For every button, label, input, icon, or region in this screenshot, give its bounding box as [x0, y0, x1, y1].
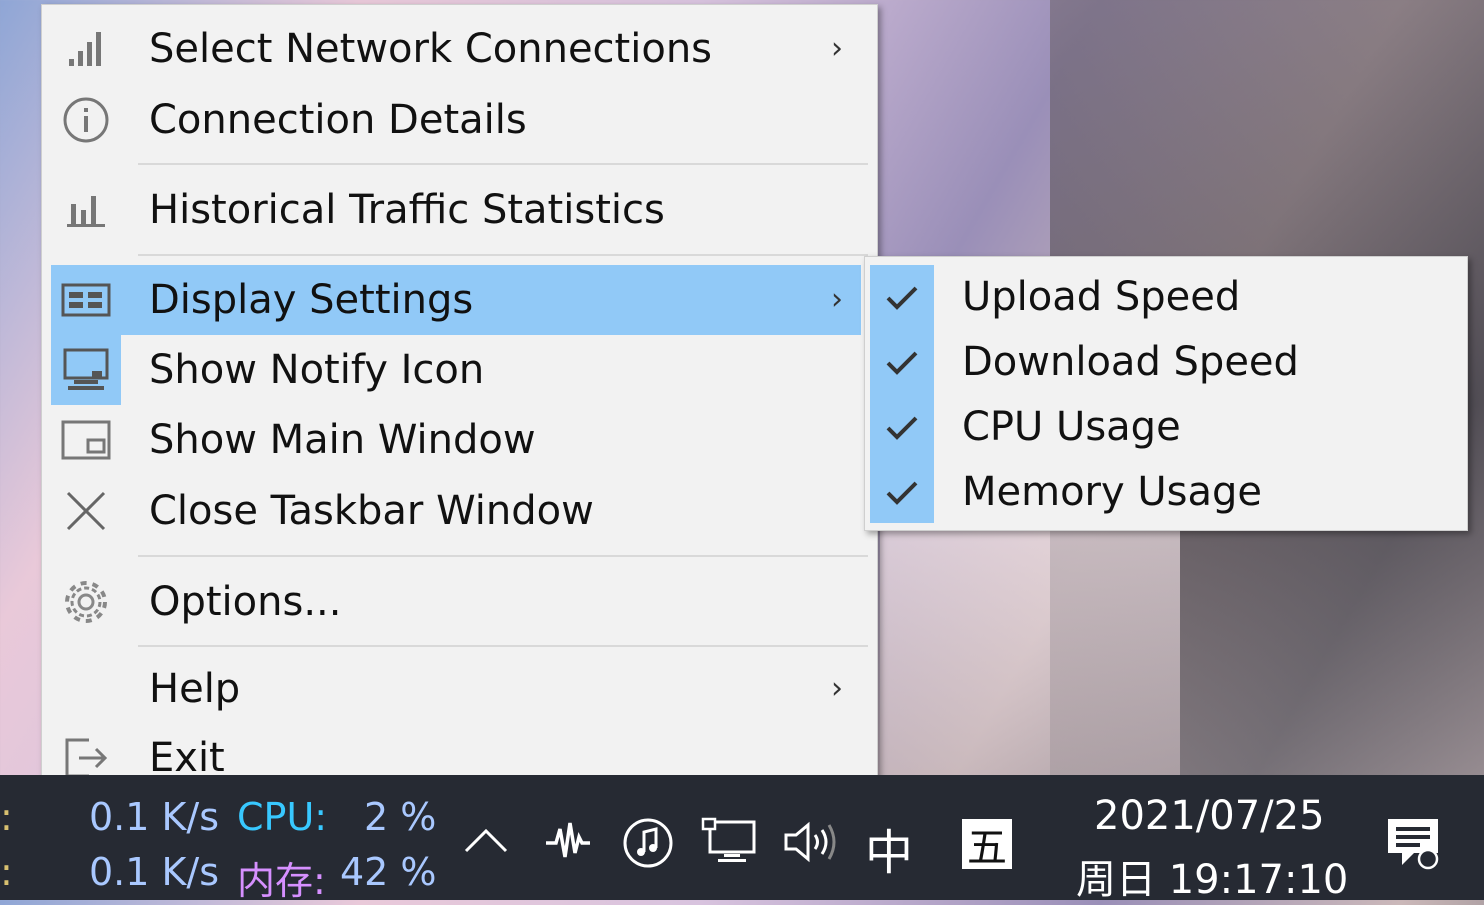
menu-separator	[138, 254, 868, 256]
menu-item-label: Show Main Window	[149, 417, 536, 463]
submenu-item-cpu-usage[interactable]: CPU Usage	[865, 395, 1465, 460]
submenu-item-label: Upload Speed	[962, 274, 1241, 320]
submenu-arrow-icon: ›	[831, 31, 843, 66]
submenu-arrow-icon: ›	[831, 671, 843, 706]
submenu-item-download-speed[interactable]: Download Speed	[865, 330, 1465, 395]
main-window-icon	[51, 405, 121, 475]
menu-item-label: Options...	[149, 579, 342, 625]
notify-icon	[51, 335, 121, 405]
menu-item-label: Select Network Connections	[149, 26, 713, 72]
ime-input-label: 五	[967, 825, 1007, 871]
menu-item-historical-traffic-statistics[interactable]: Historical Traffic Statistics	[51, 175, 861, 245]
menu-separator	[138, 645, 868, 647]
notification-icon[interactable]	[1382, 813, 1444, 873]
memory-label: 内存:	[237, 859, 326, 903]
close-icon	[51, 476, 121, 546]
chevron-up-icon[interactable]	[458, 815, 514, 865]
music-icon[interactable]	[618, 813, 678, 873]
menu-item-label: Display Settings	[149, 277, 474, 323]
menu-item-label: Close Taskbar Window	[149, 488, 594, 534]
cpu-value: 2 %	[364, 795, 437, 839]
monitor-row1-prefix: :	[0, 795, 13, 839]
clock[interactable]: 2021/07/25 周日 19:17:10	[1064, 785, 1354, 903]
clock-time: 周日 19:17:10	[1076, 857, 1349, 903]
menu-item-show-main-window[interactable]: Show Main Window	[51, 405, 861, 475]
volume-icon[interactable]	[780, 815, 840, 869]
download-speed-value: 0.1 K/s	[89, 850, 220, 894]
menu-separator	[138, 555, 868, 557]
waveform-icon[interactable]	[540, 813, 596, 869]
clock-date: 2021/07/25	[1094, 793, 1325, 839]
wallpaper-shape	[880, 520, 1180, 775]
ime-input-method[interactable]: 五	[962, 819, 1012, 871]
submenu-item-memory-usage[interactable]: Memory Usage	[865, 460, 1465, 525]
menu-item-connection-details[interactable]: Connection Details	[51, 85, 861, 155]
menu-item-label: Historical Traffic Statistics	[149, 187, 665, 233]
cpu-label: CPU:	[237, 795, 328, 839]
menu-item-label: Connection Details	[149, 97, 527, 143]
submenu-arrow-icon: ›	[831, 282, 843, 317]
context-menu: Select Network Connections › Connection …	[41, 4, 878, 800]
upload-speed-value: 0.1 K/s	[89, 795, 220, 839]
traffic-monitor-widget[interactable]: : : 0.1 K/s CPU: 2 % 0.1 K/s 内存: 42 %	[0, 775, 450, 903]
menu-separator	[138, 163, 868, 165]
display-settings-submenu: Upload Speed Download Speed CPU Usage Me…	[864, 256, 1468, 531]
taskbar: : : 0.1 K/s CPU: 2 % 0.1 K/s 内存: 42 % 中 …	[0, 775, 1484, 903]
submenu-item-label: Memory Usage	[962, 469, 1263, 515]
menu-item-select-network-connections[interactable]: Select Network Connections ›	[51, 14, 861, 84]
submenu-item-label: CPU Usage	[962, 404, 1181, 450]
gear-icon	[51, 567, 121, 637]
checkmark-icon	[870, 265, 934, 330]
menu-item-label: Show Notify Icon	[149, 347, 485, 393]
menu-item-help[interactable]: Help ›	[51, 654, 861, 724]
checkmark-icon	[870, 330, 934, 395]
checkmark-icon	[870, 460, 934, 525]
monitor-row2-prefix: :	[0, 850, 13, 894]
network-monitor-icon[interactable]	[698, 813, 760, 869]
menu-item-show-notify-icon[interactable]: Show Notify Icon	[51, 335, 861, 405]
info-icon	[51, 85, 121, 155]
menu-item-display-settings[interactable]: Display Settings ›	[51, 265, 861, 335]
ime-mode-indicator[interactable]: 中	[865, 813, 913, 883]
bar-chart-icon	[51, 175, 121, 245]
memory-value: 42 %	[340, 850, 437, 894]
menu-item-options[interactable]: Options...	[51, 567, 861, 637]
display-settings-icon	[51, 265, 121, 335]
menu-item-label: Help	[149, 666, 241, 712]
checkmark-icon	[870, 395, 934, 460]
signal-bars-icon	[51, 14, 121, 84]
menu-item-close-taskbar-window[interactable]: Close Taskbar Window	[51, 476, 861, 546]
submenu-item-label: Download Speed	[962, 339, 1299, 385]
submenu-item-upload-speed[interactable]: Upload Speed	[865, 265, 1465, 330]
